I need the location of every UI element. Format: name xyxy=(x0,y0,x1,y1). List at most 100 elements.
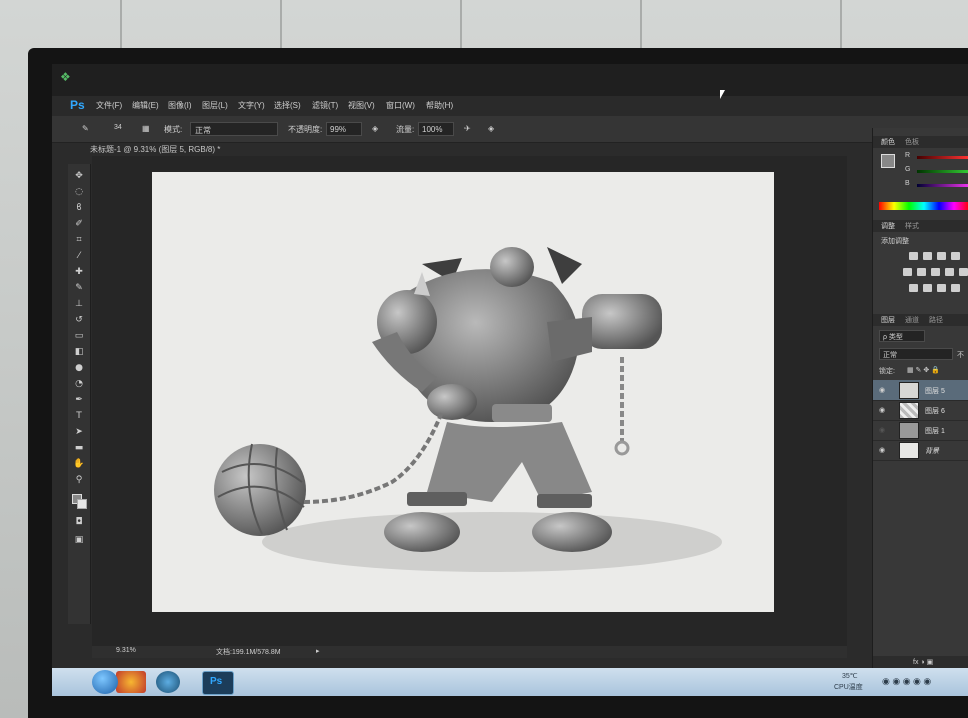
document-canvas[interactable] xyxy=(152,172,774,612)
brush-tool-icon[interactable]: ✎ xyxy=(72,282,86,295)
color-spectrum[interactable] xyxy=(879,202,968,210)
hand-tool-icon[interactable]: ✋ xyxy=(72,458,86,471)
screen-mode-icon[interactable]: ▣ xyxy=(72,534,86,547)
layer-row-selected[interactable]: ◉ 图层 5 xyxy=(873,380,968,401)
taskbar: Ps 35℃ CPU温度 ◉ ◉ ◉ ◉ ◉ xyxy=(52,668,968,696)
history-brush-tool-icon[interactable]: ↺ xyxy=(72,314,86,327)
menu-type[interactable]: 文字(Y) xyxy=(238,100,265,111)
curves-icon[interactable] xyxy=(937,252,946,260)
adjustments-panel-header: 调整 样式 xyxy=(873,220,968,232)
add-adjustment-title: 添加调整 xyxy=(881,238,909,245)
tab-styles[interactable]: 样式 xyxy=(905,221,919,231)
zoom-level[interactable]: 9.31% xyxy=(116,647,136,654)
type-tool-icon[interactable]: T xyxy=(72,410,86,423)
eraser-tool-icon[interactable]: ▭ xyxy=(72,330,86,343)
lasso-tool-icon[interactable]: ϐ xyxy=(72,202,86,215)
menu-edit[interactable]: 编辑(E) xyxy=(132,100,159,111)
r-label: R xyxy=(905,152,911,159)
move-tool-icon[interactable]: ✥ xyxy=(72,170,86,183)
pressure-opacity-icon[interactable]: ◈ xyxy=(372,124,378,133)
tab-paths[interactable]: 路径 xyxy=(929,315,943,325)
layer-actions-icons[interactable]: fx ◑ ▣ xyxy=(913,658,933,666)
black-white-icon[interactable] xyxy=(945,268,954,276)
windows-logo-icon: ❖ xyxy=(60,70,71,84)
menu-view[interactable]: 视图(V) xyxy=(348,100,375,111)
eye-icon[interactable]: ◉ xyxy=(879,406,885,414)
eye-icon[interactable]: ◉ xyxy=(879,386,885,394)
menu-select[interactable]: 选择(S) xyxy=(274,100,301,111)
opacity-field[interactable]: 99% xyxy=(326,122,362,136)
document-tab[interactable]: 未标题-1 @ 9.31% (图层 5, RGB/8) * xyxy=(90,144,220,155)
exposure-icon[interactable] xyxy=(951,252,960,260)
g-slider[interactable] xyxy=(917,170,968,173)
menu-bar: Ps 文件(F) 编辑(E) 图像(I) 图层(L) 文字(Y) 选择(S) 滤… xyxy=(52,96,968,116)
photo-filter-icon[interactable] xyxy=(959,268,968,276)
layer-name: 图层 6 xyxy=(925,408,945,415)
blur-tool-icon[interactable]: ● xyxy=(72,362,86,375)
tab-channels[interactable]: 通道 xyxy=(905,315,919,325)
layer-row[interactable]: ◉ 图层 1 xyxy=(873,420,968,441)
opacity-label: 不透明度: xyxy=(288,125,323,134)
r-slider[interactable] xyxy=(917,156,968,159)
browser-icon[interactable] xyxy=(156,671,180,693)
status-menu-arrow-icon[interactable]: ▸ xyxy=(316,647,320,655)
airbrush-icon[interactable]: ✈ xyxy=(464,124,471,133)
layer-row[interactable]: ◉ 背景 xyxy=(873,440,968,461)
menu-file[interactable]: 文件(F) xyxy=(96,100,122,111)
foreground-color-swatch[interactable] xyxy=(881,154,895,168)
dodge-tool-icon[interactable]: ◔ xyxy=(72,378,86,391)
path-select-tool-icon[interactable]: ➤ xyxy=(72,426,86,439)
menu-filter[interactable]: 滤镜(T) xyxy=(312,100,338,111)
pen-tool-icon[interactable]: ✒ xyxy=(72,394,86,407)
blend-mode-select[interactable]: 正常 xyxy=(879,348,953,360)
lock-icons[interactable]: ▦ ✎ ✥ 🔒 xyxy=(907,366,940,374)
pressure-size-icon[interactable]: ◈ xyxy=(488,124,494,133)
menu-layer[interactable]: 图层(L) xyxy=(202,100,228,111)
posterize-icon[interactable] xyxy=(923,284,932,292)
color-balance-icon[interactable] xyxy=(931,268,940,276)
hue-saturation-icon[interactable] xyxy=(917,268,926,276)
tab-layers[interactable]: 图层 xyxy=(881,315,895,325)
layer-name: 背景 xyxy=(925,448,939,455)
gradient-map-icon[interactable] xyxy=(951,284,960,292)
invert-icon[interactable] xyxy=(909,284,918,292)
healing-tool-icon[interactable]: ✚ xyxy=(72,266,86,279)
cpu-temperature-label: CPU温度 xyxy=(834,684,863,691)
start-button[interactable] xyxy=(92,670,118,694)
brush-tool-icon[interactable]: ✎ xyxy=(82,124,89,133)
mode-select[interactable]: 正常 xyxy=(190,122,278,136)
flow-field[interactable]: 100% xyxy=(418,122,454,136)
quick-mask-icon[interactable]: ◘ xyxy=(72,516,86,529)
gradient-tool-icon[interactable]: ◧ xyxy=(72,346,86,359)
menu-window[interactable]: 窗口(W) xyxy=(386,100,415,111)
brush-panel-icon[interactable]: ▦ xyxy=(142,124,150,133)
menu-image[interactable]: 图像(I) xyxy=(168,100,192,111)
marquee-tool-icon[interactable]: ◌ xyxy=(72,186,86,199)
tab-color[interactable]: 颜色 xyxy=(881,137,895,147)
layer-row[interactable]: ◉ 图层 6 xyxy=(873,400,968,421)
menu-help[interactable]: 帮助(H) xyxy=(426,100,453,111)
brightness-icon[interactable] xyxy=(909,252,918,260)
media-player-icon[interactable] xyxy=(116,671,146,693)
eye-icon[interactable]: ◉ xyxy=(879,446,885,454)
tab-adjustments[interactable]: 调整 xyxy=(881,221,895,231)
shape-tool-icon[interactable]: ▬ xyxy=(72,442,86,455)
b-slider[interactable] xyxy=(917,184,968,187)
tray-icons[interactable]: ◉ ◉ ◉ ◉ ◉ xyxy=(882,676,931,687)
eye-icon[interactable]: ◉ xyxy=(879,426,885,434)
levels-icon[interactable] xyxy=(923,252,932,260)
threshold-icon[interactable] xyxy=(937,284,946,292)
vibrance-icon[interactable] xyxy=(903,268,912,276)
eyedropper-tool-icon[interactable]: ⁄ xyxy=(72,250,86,263)
zoom-tool-icon[interactable]: ⚲ xyxy=(72,474,86,487)
stamp-tool-icon[interactable]: ⊥ xyxy=(72,298,86,311)
crop-tool-icon[interactable]: ⌗ xyxy=(72,234,86,247)
quick-select-tool-icon[interactable]: ✐ xyxy=(72,218,86,231)
layer-kind-filter[interactable]: ρ 类型 xyxy=(879,330,925,342)
tab-swatches[interactable]: 色板 xyxy=(905,137,919,147)
document-info[interactable]: 文档:199.1M/578.8M xyxy=(216,647,281,657)
color-swatches-icon[interactable] xyxy=(72,494,87,509)
photoshop-taskbar-button[interactable]: Ps xyxy=(202,671,234,695)
canvas-area xyxy=(92,156,847,646)
brush-size-value[interactable]: 34 xyxy=(114,124,122,131)
